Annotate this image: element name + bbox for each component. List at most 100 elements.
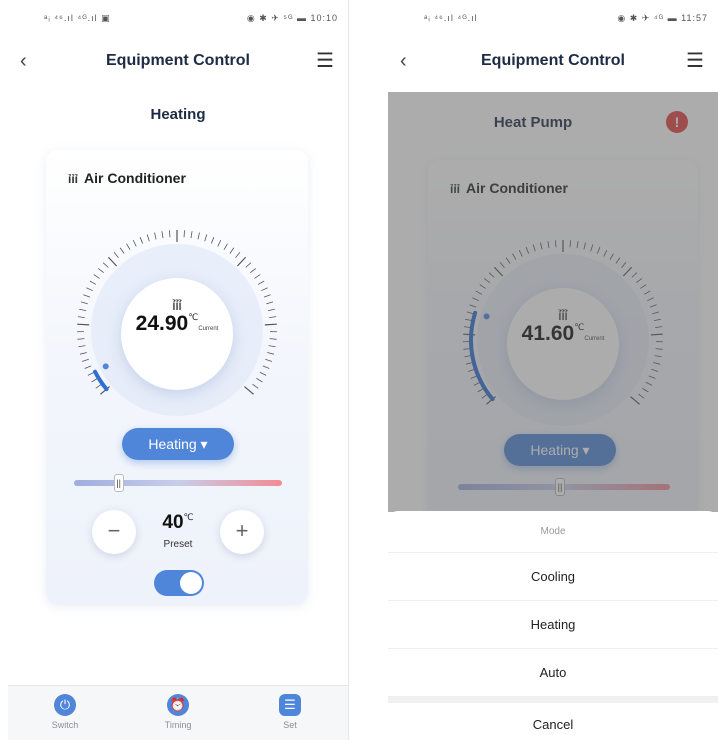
dial-tick	[79, 308, 87, 312]
dial-tick	[161, 231, 164, 239]
menu-icon[interactable]: ☰	[316, 48, 334, 73]
tab-timing[interactable]: ⏰ Timing	[148, 694, 208, 730]
dial-tick	[102, 262, 109, 268]
phone-screen-mode-sheet: ᵃᵢ ⁴⁶.ıl ⁴ᴳ.ıl ◉ ✱ ✈ ⁴ᴳ ▬ 11:57 ‹ Equipm…	[388, 0, 718, 740]
status-bar: ᵃᵢ ⁴⁶.ıl ⁴ᴳ.ıl ◉ ✱ ✈ ⁴ᴳ ▬ 11:57	[388, 0, 718, 36]
dial-tick	[267, 308, 275, 312]
dial-tick	[139, 236, 144, 244]
modal-overlay[interactable]	[388, 92, 718, 512]
status-right: ◉ ✱ ✈ ⁵ᴳ ▬ 10:10	[246, 13, 338, 23]
toggle-knob	[180, 572, 202, 594]
dial-tick	[77, 323, 90, 326]
dial-tick	[244, 386, 254, 395]
alarm-clock-icon: ⏰	[167, 694, 189, 716]
mode-select-button[interactable]: Heating ▾	[122, 428, 234, 460]
dial-tick	[190, 231, 193, 239]
phone-screen-heating: ᵃᵢ ⁴⁶.ıl ⁴ᴳ.ıl ▣ ◉ ✱ ✈ ⁵ᴳ ▬ 10:10 ‹ Equi…	[8, 0, 349, 740]
dial-tick	[77, 338, 85, 340]
dial-tick	[79, 352, 87, 355]
dial-tick	[119, 247, 125, 254]
dial-tick	[229, 247, 235, 254]
slider-handle[interactable]: ||	[113, 474, 124, 492]
status-right: ◉ ✱ ✈ ⁴ᴳ ▬ 11:57	[617, 13, 708, 23]
dial-center: ỉỉỉ 24.90℃ Current	[121, 278, 233, 390]
nav-bar: ‹ Equipment Control ☰	[8, 48, 348, 78]
dial-tick	[252, 383, 259, 389]
dial-tick	[107, 256, 118, 267]
preset-label: Preset	[163, 539, 193, 550]
dial-tick	[257, 280, 265, 285]
dial-tick	[169, 230, 171, 238]
device-name: Air Conditioner	[84, 170, 186, 186]
tab-set-label: Set	[283, 720, 297, 730]
dial-tick	[267, 352, 275, 355]
page-title: Equipment Control	[481, 52, 625, 69]
dial-tick	[132, 239, 137, 247]
dial-tick	[261, 287, 268, 292]
dial-tick	[86, 287, 93, 292]
dial-tick	[81, 358, 89, 362]
mode-option-heating[interactable]: Heating	[388, 601, 718, 649]
sheet-header: Mode	[388, 511, 718, 553]
dial-tick	[91, 378, 98, 383]
dial-tick	[217, 239, 222, 247]
dial-tick	[259, 371, 267, 376]
dial-tick	[97, 268, 104, 274]
dial-tick	[262, 365, 270, 369]
dial-level-dot	[102, 363, 109, 370]
dial-tick	[87, 371, 95, 376]
dial-tick	[83, 294, 91, 298]
mode-option-auto[interactable]: Auto	[388, 649, 718, 697]
cancel-button[interactable]: Cancel	[388, 703, 718, 740]
tab-switch[interactable]: ⏻ Switch	[35, 694, 95, 730]
dial-tick	[210, 236, 215, 244]
dial-tick	[113, 252, 119, 258]
air-conditioner-icon: ỉỉỉ	[68, 172, 79, 186]
power-toggle[interactable]	[154, 570, 204, 596]
preset-unit: ℃	[183, 512, 194, 522]
dial-tick	[78, 345, 86, 348]
dial-tick	[269, 316, 277, 318]
mode-title: Heating	[150, 106, 206, 123]
settings-sliders-icon: ☰	[279, 694, 301, 716]
preset-display: 40℃ Preset	[150, 512, 206, 552]
device-card: ỉỉỉ Air Conditioner ỉỉỉ 24.90℃Current Hea…	[46, 150, 308, 605]
dial-tick	[264, 323, 277, 326]
dial-tick	[84, 365, 92, 369]
dial-tick	[254, 274, 261, 279]
dial-tick	[183, 230, 185, 238]
menu-icon[interactable]: ☰	[686, 48, 704, 73]
dial-tick	[204, 234, 208, 242]
dial-tick	[250, 268, 257, 274]
page-title: Equipment Control	[106, 52, 250, 69]
tab-set[interactable]: ☰ Set	[260, 694, 320, 730]
power-icon: ⏻	[54, 694, 76, 716]
dial-tick	[126, 243, 131, 250]
mode-option-cooling[interactable]: Cooling	[388, 553, 718, 601]
current-label: Current	[198, 326, 219, 332]
dial-tick	[93, 274, 100, 279]
dial-tick	[154, 232, 157, 240]
current-temperature: 24.90	[135, 312, 189, 335]
dial-tick	[269, 338, 277, 340]
dial-tick	[80, 301, 88, 305]
dial-tick	[235, 252, 241, 258]
status-bar: ᵃᵢ ⁴⁶.ıl ⁴ᴳ.ıl ▣ ◉ ✱ ✈ ⁵ᴳ ▬ 10:10	[8, 0, 348, 36]
dial-tick	[268, 345, 276, 348]
dial-tick	[236, 256, 247, 267]
temperature-slider[interactable]: ||	[74, 474, 282, 492]
dial-tick	[263, 294, 271, 298]
dial-tick	[95, 383, 102, 389]
increase-button[interactable]: +	[220, 510, 264, 554]
heater-icon: ỉỉỉ	[172, 297, 182, 313]
dial-tick	[266, 301, 274, 305]
tab-timing-label: Timing	[164, 720, 192, 730]
nav-bar: ‹ Equipment Control ☰	[388, 48, 718, 78]
decrease-button[interactable]: −	[92, 510, 136, 554]
dial-tick	[77, 316, 85, 318]
dial-tick	[197, 232, 200, 240]
device-title: ỉỉỉ Air Conditioner	[68, 170, 186, 186]
mode-action-sheet: Mode Cooling Heating Auto Cancel	[388, 511, 718, 740]
dial-tick	[256, 378, 263, 383]
dial-tick	[89, 280, 97, 285]
